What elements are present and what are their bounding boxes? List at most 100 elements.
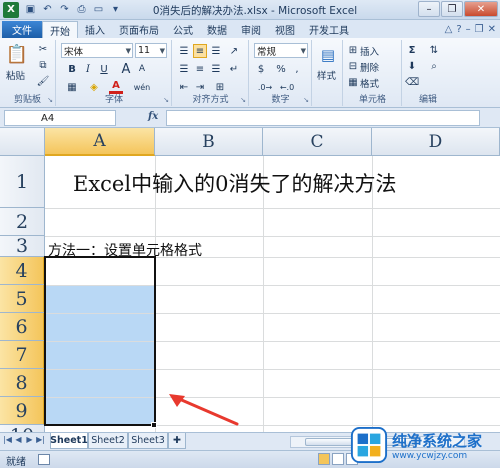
name-box[interactable]: A4 <box>4 110 116 126</box>
customize-icon[interactable]: ▾ <box>108 3 123 17</box>
wrap-text-icon[interactable]: ↵ <box>227 62 241 76</box>
last-sheet-icon[interactable]: ▶| <box>35 435 46 444</box>
normal-view-icon[interactable] <box>318 453 330 465</box>
workbook-restore-icon[interactable]: ❐ <box>475 24 484 35</box>
tab-formulas[interactable]: 公式 <box>166 21 200 38</box>
insert-function-button[interactable]: fx <box>148 111 158 122</box>
clipboard-launcher-icon[interactable]: ↘ <box>47 96 53 104</box>
row-header-5[interactable]: 5 <box>0 285 45 313</box>
annotation-arrow <box>169 394 239 426</box>
cut-icon[interactable]: ✂ <box>36 42 50 56</box>
grow-font-button[interactable]: A <box>119 62 133 77</box>
tab-developer[interactable]: 开发工具 <box>302 21 356 38</box>
row-header-9[interactable]: 9 <box>0 397 45 425</box>
styles-button[interactable]: 样式 <box>317 68 336 82</box>
delete-cells-button[interactable]: 删除 <box>360 60 379 74</box>
column-header-b[interactable]: B <box>155 128 263 156</box>
undo-icon[interactable]: ↶ <box>40 3 55 17</box>
row-header-3[interactable]: 3 <box>0 235 45 257</box>
shrink-font-button[interactable]: A <box>135 62 149 76</box>
format-cells-icon[interactable]: ▦ <box>346 75 360 89</box>
cell-area[interactable]: Excel中输入的0消失了的解决方法 方法一：设置单元格格式 <box>44 156 500 432</box>
tab-home[interactable]: 开始 <box>42 21 78 38</box>
align-middle-icon[interactable]: ≡ <box>193 44 207 58</box>
font-size-select[interactable]: 11 ▼ <box>135 43 167 58</box>
prev-sheet-icon[interactable]: ◀ <box>13 435 24 444</box>
print-icon[interactable]: ⎙ <box>74 3 89 17</box>
insert-sheet-icon[interactable]: ✚ <box>168 433 186 449</box>
paste-button[interactable]: 粘贴 <box>6 68 25 82</box>
row-header-6[interactable]: 6 <box>0 313 45 341</box>
row-header-1[interactable]: 1 <box>0 156 45 208</box>
sheet-tab-sheet3[interactable]: Sheet3 <box>128 433 168 449</box>
workbook-minimize-icon[interactable]: – <box>466 24 471 35</box>
tab-insert[interactable]: 插入 <box>78 21 112 38</box>
underline-button[interactable]: U <box>97 62 111 76</box>
bold-button[interactable]: B <box>65 62 79 76</box>
open-icon[interactable]: ▭ <box>91 3 106 17</box>
row-header-8[interactable]: 8 <box>0 369 45 397</box>
number-format-select[interactable]: 常规 ▼ <box>254 43 308 58</box>
redo-icon[interactable]: ↷ <box>57 3 72 17</box>
insert-cells-icon[interactable]: ⊞ <box>346 43 360 57</box>
copy-icon[interactable]: ⧉ <box>36 58 50 72</box>
restore-icon[interactable]: ❐ <box>441 1 463 17</box>
help-icon[interactable]: ? <box>456 24 461 35</box>
first-sheet-icon[interactable]: |◀ <box>2 435 13 444</box>
close-icon[interactable]: ✕ <box>464 1 498 17</box>
row-header-10[interactable]: 10 <box>0 425 45 432</box>
orientation-icon[interactable]: ↗ <box>227 44 241 58</box>
font-name-select[interactable]: 宋体 ▼ <box>61 43 133 58</box>
tab-data[interactable]: 数据 <box>200 21 234 38</box>
minimize-icon[interactable]: – <box>418 1 440 17</box>
fill-handle[interactable] <box>151 422 157 428</box>
select-all-button[interactable] <box>0 128 45 156</box>
alignment-launcher-icon[interactable]: ↘ <box>240 96 246 104</box>
insert-cells-button[interactable]: 插入 <box>360 44 379 58</box>
find-select-icon[interactable]: ⌕ <box>427 59 441 73</box>
row-header-7[interactable]: 7 <box>0 341 45 369</box>
align-top-icon[interactable]: ☰ <box>177 44 191 58</box>
column-header-d[interactable]: D <box>372 128 500 156</box>
number-launcher-icon[interactable]: ↘ <box>303 96 309 104</box>
worksheet-grid: A B C D 1 2 3 4 5 6 7 8 9 10 Excel中输入的0消… <box>0 128 500 432</box>
clear-icon[interactable]: ⌫ <box>405 75 419 89</box>
percent-button[interactable]: % <box>274 62 288 76</box>
macro-record-icon[interactable] <box>38 454 50 465</box>
comma-button[interactable]: , <box>290 62 304 76</box>
fill-icon[interactable]: ⬇ <box>405 59 419 73</box>
autosum-button[interactable]: Σ <box>405 43 419 57</box>
column-header-c[interactable]: C <box>263 128 372 156</box>
format-painter-icon[interactable]: 🖌 <box>36 74 50 88</box>
formula-input[interactable] <box>166 110 480 126</box>
font-launcher-icon[interactable]: ↘ <box>163 96 169 104</box>
minimize-ribbon-icon[interactable]: △ <box>445 24 453 35</box>
paste-icon[interactable]: 📋 <box>6 42 28 66</box>
row-header-4[interactable]: 4 <box>0 257 45 285</box>
align-center-icon[interactable]: ≡ <box>193 62 207 76</box>
row-header-2[interactable]: 2 <box>0 208 45 236</box>
workbook-close-icon[interactable]: ✕ <box>488 24 496 35</box>
next-sheet-icon[interactable]: ▶ <box>24 435 35 444</box>
styles-icon[interactable]: ▤ <box>319 44 337 66</box>
sort-filter-icon[interactable]: ⇅ <box>427 43 441 57</box>
align-bottom-icon[interactable]: ☰ <box>209 44 223 58</box>
format-cells-button[interactable]: 格式 <box>360 76 379 90</box>
excel-app-icon[interactable]: X <box>3 1 19 18</box>
delete-cells-icon[interactable]: ⊟ <box>346 59 360 73</box>
sheet-tab-sheet2[interactable]: Sheet2 <box>88 433 128 449</box>
save-icon[interactable]: ▣ <box>23 3 38 17</box>
tab-page-layout[interactable]: 页面布局 <box>112 21 166 38</box>
tab-view[interactable]: 视图 <box>268 21 302 38</box>
page-layout-view-icon[interactable] <box>332 453 344 465</box>
currency-icon[interactable]: $ <box>254 62 268 76</box>
sheet-tab-sheet1[interactable]: Sheet1 <box>50 433 88 449</box>
tab-review[interactable]: 审阅 <box>234 21 268 38</box>
column-header-a[interactable]: A <box>45 128 155 156</box>
tab-file[interactable]: 文件 <box>2 21 42 38</box>
align-left-icon[interactable]: ☰ <box>177 62 191 76</box>
align-right-icon[interactable]: ☰ <box>209 62 223 76</box>
window-controls: – ❐ ✕ <box>417 1 498 17</box>
italic-button[interactable]: I <box>81 62 95 76</box>
cell-title[interactable]: Excel中输入的0消失了的解决方法 <box>73 168 396 198</box>
